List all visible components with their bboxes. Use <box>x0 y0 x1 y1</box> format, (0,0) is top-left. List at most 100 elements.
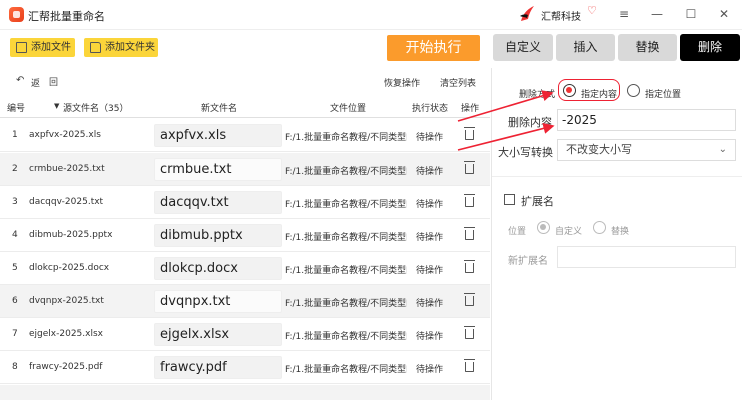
row-index: 1 <box>12 130 18 140</box>
back-label[interactable]: 返 <box>31 76 40 89</box>
row-location: F:/1.批量重命名教程/不同类型的文 <box>285 167 407 177</box>
table-row[interactable]: 2 crmbue-2025.txt crmbue.txt F:/1.批量重命名教… <box>0 153 490 186</box>
header-status: 执行状态 <box>412 104 449 114</box>
row-source-name: dlokcp-2025.docx <box>29 263 110 273</box>
trash-icon[interactable] <box>464 326 475 339</box>
table-row[interactable]: 5 dlokcp-2025.docx dlokcp.docx F:/1.批量重命… <box>0 252 490 285</box>
delete-content-label: 删除内容 <box>508 116 552 129</box>
table-row[interactable]: 6 dvqnpx-2025.txt dvqnpx.txt F:/1.批量重命名教… <box>0 285 490 318</box>
table-row[interactable]: 8 frawcy-2025.pdf frawcy.pdf F:/1.批量重命名教… <box>0 351 490 384</box>
row-new-name-field[interactable]: ejgelx.xlsx <box>154 323 282 346</box>
row-new-name-field[interactable]: axpfvx.xls <box>154 124 282 147</box>
tab-custom[interactable]: 自定义 <box>493 34 553 61</box>
row-source-name: frawcy-2025.pdf <box>29 362 103 372</box>
tab-replace[interactable]: 替换 <box>618 34 677 61</box>
row-status: 待操作 <box>416 332 444 342</box>
extension-checkbox[interactable] <box>504 194 515 205</box>
table-header: 编号 ▼ 源文件名（35） 新文件名 文件位置 执行状态 操作 <box>0 94 490 118</box>
add-file-label: 添加文件 <box>31 42 71 53</box>
trash-icon[interactable] <box>464 359 475 372</box>
table-row[interactable]: 4 dibmub-2025.pptx dibmub.pptx F:/1.批量重命… <box>0 219 490 252</box>
radio-specified-position[interactable] <box>627 84 640 97</box>
folder-icon <box>90 42 101 53</box>
radio-ext-custom[interactable] <box>537 221 550 234</box>
radio-ext-custom-label[interactable]: 自定义 <box>555 224 582 237</box>
radio-specified-content[interactable] <box>563 84 576 97</box>
radio-specified-position-label[interactable]: 指定位置 <box>645 87 681 100</box>
restore-button[interactable]: 恢复操作 <box>384 76 420 89</box>
row-new-name-field[interactable]: crmbue.txt <box>154 158 282 181</box>
row-index: 6 <box>12 296 18 306</box>
settings-panel: 删除方式 指定内容 指定位置 删除内容 -2025 大小写转换 不改变大小写 ⌄… <box>491 68 742 400</box>
row-status: 待操作 <box>416 299 444 309</box>
row-source-name: dacqqv-2025.txt <box>29 197 104 207</box>
row-new-name-field[interactable]: dvqnpx.txt <box>154 290 282 313</box>
start-button[interactable]: 开始执行 <box>387 35 480 61</box>
row-location: F:/1.批量重命名教程/不同类型的文 <box>285 266 407 276</box>
header-location: 文件位置 <box>330 104 367 114</box>
radio-ext-replace[interactable] <box>593 221 606 234</box>
row-status: 待操作 <box>416 233 444 243</box>
clear-list-button[interactable]: 清空列表 <box>440 76 476 89</box>
add-file-button[interactable]: 添加文件 <box>10 38 75 57</box>
row-location: F:/1.批量重命名教程/不同类型的文 <box>285 332 407 342</box>
trash-icon[interactable] <box>464 161 475 174</box>
radio-ext-replace-label[interactable]: 替换 <box>611 224 629 237</box>
file-icon <box>16 42 27 53</box>
trash-icon[interactable] <box>464 227 475 240</box>
position-label: 位置 <box>508 227 527 237</box>
row-new-name-field[interactable]: frawcy.pdf <box>154 356 282 379</box>
table-row[interactable]: 7 ejgelx-2025.xlsx ejgelx.xlsx F:/1.批量重命… <box>0 318 490 351</box>
redo-label[interactable]: 回 <box>49 75 58 88</box>
row-source-name: dvqnpx-2025.txt <box>29 296 104 306</box>
app-title: 汇帮批量重命名 <box>28 10 105 23</box>
tab-insert[interactable]: 插入 <box>556 34 615 61</box>
menu-icon[interactable]: ≡ <box>613 5 635 23</box>
row-location: F:/1.批量重命名教程/不同类型的文 <box>285 299 407 309</box>
divider <box>492 176 742 177</box>
row-source-name: axpfvx-2025.xls <box>29 130 101 140</box>
new-extension-label: 新扩展名 <box>508 256 548 267</box>
delete-content-input[interactable]: -2025 <box>557 109 736 131</box>
brand-name: 汇帮科技 <box>541 12 581 23</box>
trash-icon[interactable] <box>464 194 475 207</box>
row-new-name-field[interactable]: dibmub.pptx <box>154 224 282 247</box>
trash-icon[interactable] <box>464 127 475 140</box>
row-source-name: crmbue-2025.txt <box>29 164 105 174</box>
trash-icon[interactable] <box>464 293 475 306</box>
row-status: 待操作 <box>416 133 444 143</box>
radio-specified-content-label[interactable]: 指定内容 <box>581 87 617 100</box>
row-status: 待操作 <box>416 200 444 210</box>
title-bar: 汇帮批量重命名 汇帮科技 ♡ ≡ — ☐ ✕ <box>0 0 742 30</box>
table-row[interactable]: 3 dacqqv-2025.txt dacqqv.txt F:/1.批量重命名教… <box>0 186 490 219</box>
app-logo-icon <box>9 7 24 22</box>
row-index: 8 <box>12 362 18 372</box>
header-source[interactable]: 源文件名（35） <box>63 101 128 114</box>
tab-delete[interactable]: 删除 <box>680 34 740 61</box>
case-conversion-select[interactable]: 不改变大小写 ⌄ <box>557 139 736 161</box>
add-folder-button[interactable]: 添加文件夹 <box>84 38 158 57</box>
back-arrow-icon[interactable]: ↶ <box>16 75 24 86</box>
row-index: 5 <box>12 263 18 273</box>
header-action: 操作 <box>461 104 480 114</box>
minimize-button[interactable]: — <box>646 5 668 23</box>
extension-label[interactable]: 扩展名 <box>521 193 554 209</box>
header-new-name: 新文件名 <box>201 104 238 114</box>
brand-logo-icon <box>520 6 534 21</box>
close-button[interactable]: ✕ <box>713 5 735 23</box>
row-location: F:/1.批量重命名教程/不同类型的文 <box>285 200 407 210</box>
add-folder-label: 添加文件夹 <box>105 42 155 53</box>
row-new-name-field[interactable]: dlokcp.docx <box>154 257 282 280</box>
chevron-down-icon: ⌄ <box>718 144 727 155</box>
row-new-name-field[interactable]: dacqqv.txt <box>154 191 282 214</box>
table-row[interactable]: 1 axpfvx-2025.xls axpfvx.xls F:/1.批量重命名教… <box>0 119 490 152</box>
trash-icon[interactable] <box>464 260 475 273</box>
case-conversion-label: 大小写转换 <box>498 146 553 159</box>
delete-mode-label: 删除方式 <box>519 90 556 100</box>
row-source-name: ejgelx-2025.xlsx <box>29 329 103 339</box>
table-row-partial <box>0 385 490 400</box>
maximize-button[interactable]: ☐ <box>680 5 702 23</box>
sort-down-icon[interactable]: ▼ <box>54 102 59 110</box>
heart-icon[interactable]: ♡ <box>587 5 599 17</box>
new-extension-input[interactable] <box>557 246 736 268</box>
